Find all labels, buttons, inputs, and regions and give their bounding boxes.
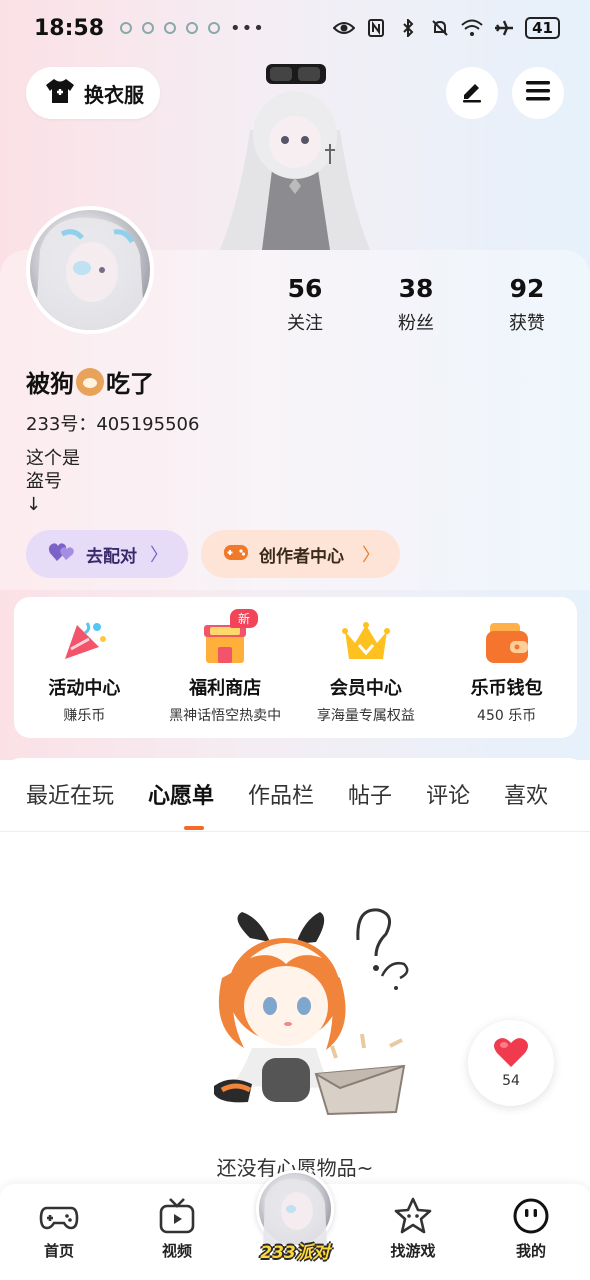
smile-face-icon xyxy=(511,1196,551,1236)
nav-video-label: 视频 xyxy=(161,1242,192,1260)
active-tab-indicator xyxy=(184,826,204,830)
battery-indicator: 41 xyxy=(525,17,560,39)
user-bio: 这个是 盗号 ↓ xyxy=(26,448,80,515)
heart-icon xyxy=(493,1036,529,1072)
coin-wallet-item[interactable]: 乐币钱包 450 乐币 xyxy=(436,597,577,738)
creator-center-button[interactable]: 创作者中心 〉 xyxy=(201,530,400,578)
welfare-shop-item[interactable]: 福利商店 黑神话悟空热卖中 xyxy=(155,597,296,738)
nav-video[interactable]: 视频 xyxy=(137,1196,217,1261)
bluetooth-icon xyxy=(397,19,419,37)
welfare-shop-subtitle: 黑神话悟空热卖中 xyxy=(169,708,282,724)
wallet-icon xyxy=(482,619,532,665)
avatar-figure[interactable] xyxy=(210,60,380,255)
tab-recently-played[interactable]: 最近在玩 xyxy=(26,778,114,810)
nfc-icon xyxy=(365,19,387,37)
gamepad-icon xyxy=(223,542,249,567)
hamburger-menu-icon xyxy=(525,80,551,106)
nav-mine-label: 我的 xyxy=(515,1242,546,1260)
username-prefix: 被狗 xyxy=(26,370,74,398)
like-count: 54 xyxy=(502,1073,520,1089)
menu-button[interactable] xyxy=(512,67,564,119)
activity-center-item[interactable]: 活动中心 赚乐币 xyxy=(14,597,155,738)
empty-state-illustration xyxy=(200,898,420,1128)
nav-find-games[interactable]: 找游戏 xyxy=(373,1196,453,1261)
crown-icon xyxy=(341,619,391,665)
like-float-button[interactable]: 54 xyxy=(468,1020,554,1106)
change-outfit-label: 换衣服 xyxy=(84,82,144,107)
status-bar: 18:58 ••• 41 xyxy=(0,0,590,56)
status-time: 18:58 xyxy=(34,15,105,41)
welfare-shop-title: 福利商店 xyxy=(189,678,262,699)
status-indicators: 41 xyxy=(333,17,560,39)
eye-icon xyxy=(333,19,356,37)
notification-icon xyxy=(164,22,177,34)
notification-icon xyxy=(120,22,133,34)
pen-icon xyxy=(460,79,484,107)
likes-label: 获赞 xyxy=(509,313,545,334)
airplane-icon xyxy=(493,19,515,37)
tab-wishlist[interactable]: 心愿单 xyxy=(148,778,214,810)
gamepad-icon xyxy=(39,1196,79,1236)
dog-emoji-icon xyxy=(76,367,104,396)
following-stat[interactable]: 56 关注 xyxy=(260,274,350,335)
profile-tabs: 最近在玩 心愿单 作品栏 帖子 评论 喜欢 xyxy=(26,778,582,810)
followers-count: 38 xyxy=(398,274,434,303)
member-center-item[interactable]: 会员中心 享海量专属权益 xyxy=(296,597,437,738)
more-notifications-icon: ••• xyxy=(230,17,265,39)
party-avatar-button[interactable] xyxy=(256,1170,334,1248)
shirt-plus-icon xyxy=(44,77,76,109)
tv-icon xyxy=(157,1196,197,1236)
star-face-icon xyxy=(393,1196,433,1236)
party-popper-icon xyxy=(59,619,109,665)
tab-comments[interactable]: 评论 xyxy=(426,778,470,810)
match-label: 去配对 xyxy=(86,546,137,567)
username-suffix: 吃了 xyxy=(106,370,154,398)
username: 被狗 吃了 xyxy=(26,364,154,399)
match-button[interactable]: 去配对 〉 xyxy=(26,530,188,578)
member-center-subtitle: 享海量专属权益 xyxy=(316,708,415,724)
notification-icons xyxy=(120,22,221,34)
following-count: 56 xyxy=(287,274,323,303)
party-brand-logo[interactable]: 233派对 xyxy=(252,1238,338,1263)
followers-label: 粉丝 xyxy=(398,313,434,334)
user-id[interactable]: 233号：405195506 xyxy=(26,410,199,436)
change-outfit-button[interactable]: 换衣服 xyxy=(26,67,160,119)
notification-icon xyxy=(186,22,199,34)
user-avatar[interactable] xyxy=(26,206,154,334)
followers-stat[interactable]: 38 粉丝 xyxy=(371,274,461,335)
likes-count: 92 xyxy=(509,274,545,303)
tab-posts[interactable]: 帖子 xyxy=(348,778,392,810)
mute-bell-icon xyxy=(429,19,451,37)
feature-shortcuts: 活动中心 赚乐币 福利商店 黑神话悟空热卖中 会员中心 享海量专属权益 乐币钱包… xyxy=(14,597,577,738)
coin-wallet-title: 乐币钱包 xyxy=(470,678,543,699)
wifi-icon xyxy=(461,19,483,37)
nav-find-games-label: 找游戏 xyxy=(390,1242,436,1260)
nav-home[interactable]: 首页 xyxy=(19,1196,99,1261)
chevron-right-icon: 〉 xyxy=(362,545,380,566)
tab-works[interactable]: 作品栏 xyxy=(248,778,314,810)
member-center-title: 会员中心 xyxy=(329,678,402,699)
likes-stat[interactable]: 92 获赞 xyxy=(482,274,572,335)
new-badge: 新 xyxy=(230,609,259,628)
tab-likes[interactable]: 喜欢 xyxy=(504,778,548,810)
notification-icon xyxy=(208,22,221,34)
nav-mine[interactable]: 我的 xyxy=(491,1196,571,1261)
creator-center-label: 创作者中心 xyxy=(259,546,344,567)
activity-center-title: 活动中心 xyxy=(48,678,121,699)
coin-wallet-balance: 450 乐币 xyxy=(477,708,537,724)
activity-center-subtitle: 赚乐币 xyxy=(63,708,106,724)
chevron-right-icon: 〉 xyxy=(150,545,168,566)
hearts-icon xyxy=(48,541,76,568)
nav-home-label: 首页 xyxy=(43,1242,74,1260)
edit-profile-button[interactable] xyxy=(446,67,498,119)
following-label: 关注 xyxy=(287,313,323,334)
notification-icon xyxy=(142,22,155,34)
